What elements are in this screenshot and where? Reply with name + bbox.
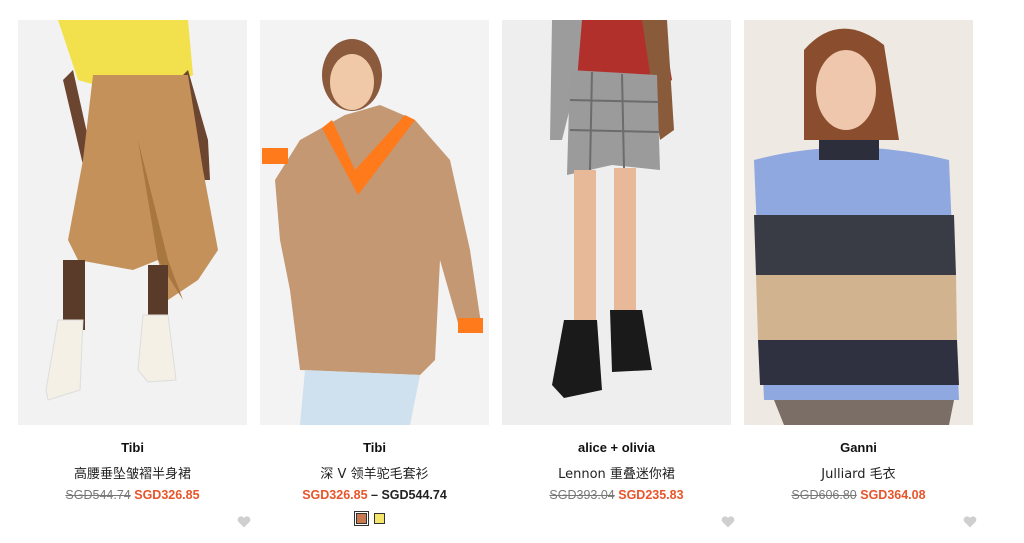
product-image[interactable] bbox=[744, 20, 973, 425]
color-swatches bbox=[354, 511, 385, 526]
product-card[interactable]: alice + olivia Lennon 重叠迷你裙 SGD393.04 SG… bbox=[502, 20, 735, 540]
sale-price: SGD326.85 bbox=[302, 488, 368, 502]
price-high: SGD544.74 bbox=[381, 488, 447, 502]
product-card[interactable]: Tibi 高腰垂坠皱褶半身裙 SGD544.74 SGD326.85 bbox=[18, 20, 251, 540]
product-card[interactable]: Ganni Julliard 毛衣 SGD606.80 SGD364.08 bbox=[744, 20, 977, 540]
product-title[interactable]: Lennon 重叠迷你裙 bbox=[502, 463, 731, 482]
product-price: SGD544.74 SGD326.85 bbox=[18, 488, 247, 502]
product-card[interactable]: Tibi 深 V 领羊驼毛套衫 SGD326.85 – SGD544.74 bbox=[260, 20, 489, 540]
product-title[interactable]: 深 V 领羊驼毛套衫 bbox=[260, 463, 489, 482]
product-title[interactable]: 高腰垂坠皱褶半身裙 bbox=[18, 463, 247, 482]
original-price: SGD544.74 bbox=[65, 488, 131, 502]
product-brand[interactable]: alice + olivia bbox=[502, 440, 731, 455]
heart-icon[interactable] bbox=[963, 515, 977, 528]
product-image[interactable] bbox=[18, 20, 247, 425]
product-price: SGD606.80 SGD364.08 bbox=[744, 488, 973, 502]
product-title[interactable]: Julliard 毛衣 bbox=[744, 463, 973, 482]
sale-price: SGD235.83 bbox=[618, 488, 684, 502]
heart-icon[interactable] bbox=[721, 515, 735, 528]
product-price: SGD326.85 – SGD544.74 bbox=[260, 488, 489, 502]
sale-price: SGD326.85 bbox=[134, 488, 200, 502]
sale-price: SGD364.08 bbox=[860, 488, 926, 502]
product-grid: Tibi 高腰垂坠皱褶半身裙 SGD544.74 SGD326.85 Tibi … bbox=[18, 20, 978, 540]
heart-icon[interactable] bbox=[237, 515, 251, 528]
product-price: SGD393.04 SGD235.83 bbox=[502, 488, 731, 502]
product-brand[interactable]: Ganni bbox=[744, 440, 973, 455]
swatch-camel[interactable] bbox=[354, 511, 369, 526]
price-separator: – bbox=[367, 488, 382, 502]
swatch-yellow[interactable] bbox=[374, 513, 385, 524]
original-price: SGD393.04 bbox=[549, 488, 615, 502]
product-brand[interactable]: Tibi bbox=[18, 440, 247, 455]
product-brand[interactable]: Tibi bbox=[260, 440, 489, 455]
product-image[interactable] bbox=[502, 20, 731, 425]
original-price: SGD606.80 bbox=[791, 488, 857, 502]
product-image[interactable] bbox=[260, 20, 489, 425]
